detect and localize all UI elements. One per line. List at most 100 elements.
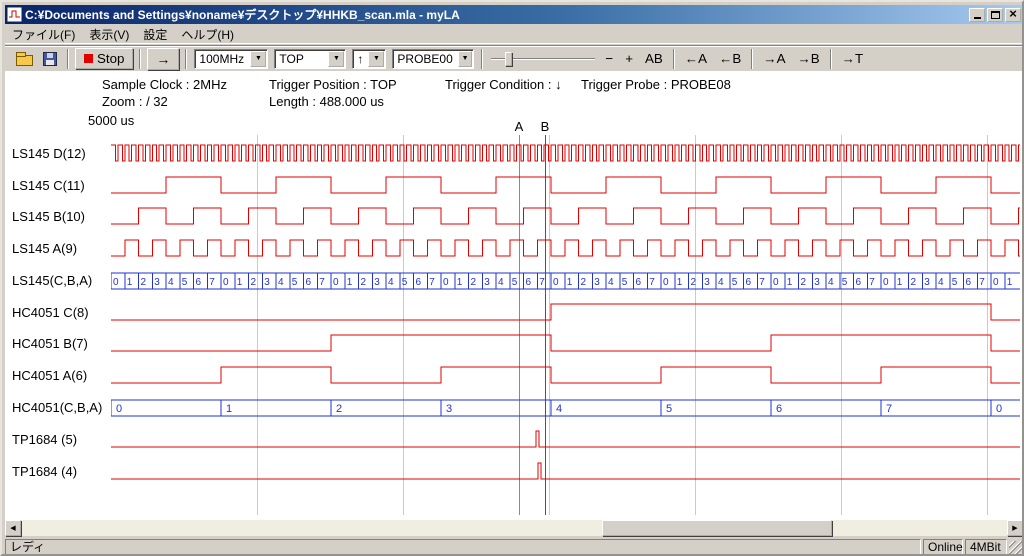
- menu-settings[interactable]: 設定: [136, 24, 174, 45]
- bus-value: 0: [116, 403, 122, 415]
- waveform-row: 012345670: [111, 393, 1020, 425]
- scroll-left-icon: ◀: [10, 524, 15, 532]
- scroll-left-button[interactable]: ◀: [5, 520, 21, 536]
- zoom-in-button[interactable]: +: [620, 48, 638, 69]
- channel-label: LS145 D(12): [12, 144, 109, 164]
- app-icon: [7, 7, 22, 22]
- marker-a-label: A: [514, 119, 524, 133]
- chevron-down-icon[interactable]: ▼: [458, 51, 473, 67]
- bus-value: 4: [718, 277, 724, 288]
- toolbar-separator: [481, 49, 483, 69]
- bus-value: 6: [966, 277, 972, 288]
- bus-value: 0: [553, 277, 559, 288]
- waveform-row: [111, 234, 1020, 266]
- waveform-row: 0123456701234567012345670123456701234567…: [111, 266, 1020, 298]
- minimize-icon: [974, 17, 981, 19]
- status-ready: レディ: [5, 539, 921, 555]
- bus-value: 5: [182, 277, 188, 288]
- toolbar-separator: [67, 49, 69, 69]
- bus-value: 5: [402, 277, 408, 288]
- bus-value: 4: [388, 277, 394, 288]
- bus-value: 6: [856, 277, 862, 288]
- bus-value: 6: [306, 277, 312, 288]
- bus-value: 3: [446, 403, 452, 415]
- bus-value: 3: [154, 277, 160, 288]
- toolbar-separator: [185, 49, 187, 69]
- marker-b-label: B: [540, 119, 550, 133]
- goto-trigger-button[interactable]: →T: [837, 48, 868, 69]
- chevron-down-icon[interactable]: ▼: [250, 51, 266, 67]
- bus-value: 3: [374, 277, 380, 288]
- bus-value: 4: [556, 403, 562, 415]
- time-scale-label: 5000 us: [88, 113, 134, 128]
- chevron-down-icon[interactable]: ▼: [328, 51, 344, 67]
- bus-value: 3: [264, 277, 270, 288]
- waveform-row: [111, 298, 1020, 330]
- trigger-probe-text: Trigger Probe : PROBE08: [581, 77, 731, 92]
- bus-value: 1: [1007, 277, 1013, 288]
- scrollbar-thumb[interactable]: [602, 520, 832, 536]
- sample-clock-text: Sample Clock : 2MHz: [102, 77, 227, 92]
- goto-a-right-button[interactable]: →A: [758, 48, 790, 69]
- bus-value: 2: [911, 277, 917, 288]
- bus-value: 0: [663, 277, 669, 288]
- toolbar-separator: [751, 49, 753, 69]
- menu-file[interactable]: ファイル(F): [5, 24, 82, 45]
- goto-b-left-button[interactable]: ←B: [714, 48, 746, 69]
- minimize-button[interactable]: [969, 8, 985, 22]
- waveform-row: [111, 202, 1020, 234]
- toolbar: Stop → 100MHz ▼ TOP ▼ ↑ ▼ PROBE00 ▼ − +: [5, 45, 1023, 71]
- close-button[interactable]: ×: [1005, 8, 1021, 22]
- zoom-slider-thumb[interactable]: [505, 52, 512, 66]
- save-floppy-icon: [43, 52, 57, 66]
- bus-value: 7: [319, 277, 325, 288]
- resize-grip[interactable]: [1009, 541, 1023, 555]
- waveform-row: [111, 139, 1020, 171]
- ab-button[interactable]: AB: [640, 48, 668, 69]
- save-button[interactable]: [38, 48, 62, 70]
- bus-value: 1: [677, 277, 683, 288]
- bus-value: 0: [223, 277, 229, 288]
- trigger-edge-select[interactable]: ↑ ▼: [352, 49, 386, 69]
- scroll-right-icon: ▶: [1012, 524, 1017, 532]
- goto-a-left-button[interactable]: ←A: [680, 48, 712, 69]
- waveform-row: [111, 329, 1020, 361]
- run-arrow-icon: →: [156, 51, 170, 67]
- scroll-right-button[interactable]: ▶: [1007, 520, 1023, 536]
- bus-value: 5: [292, 277, 298, 288]
- chevron-down-icon[interactable]: ▼: [368, 51, 384, 67]
- bus-value: 7: [539, 277, 545, 288]
- channel-label: HC4051(C,B,A): [12, 398, 109, 418]
- channel-label: LS145 A(9): [12, 239, 109, 259]
- bus-value: 6: [416, 277, 422, 288]
- bus-value: 1: [567, 277, 573, 288]
- stop-button[interactable]: Stop: [75, 48, 133, 69]
- bus-value: 0: [883, 277, 889, 288]
- zoom-out-button[interactable]: −: [600, 48, 618, 69]
- goto-b-right-button[interactable]: →B: [792, 48, 824, 69]
- run-button[interactable]: →: [147, 48, 179, 70]
- maximize-button[interactable]: [987, 8, 1003, 22]
- bus-value: 7: [649, 277, 655, 288]
- clock-select[interactable]: 100MHz ▼: [194, 49, 268, 69]
- bus-value: 5: [512, 277, 518, 288]
- window-controls: ×: [969, 8, 1021, 22]
- bus-value: 6: [196, 277, 202, 288]
- zoom-slider[interactable]: [491, 49, 595, 69]
- bus-value: 1: [237, 277, 243, 288]
- bus-value: 0: [443, 277, 449, 288]
- probe-select[interactable]: PROBE00 ▼: [392, 49, 474, 69]
- toolbar-separator: [139, 49, 141, 69]
- bus-value: 1: [787, 277, 793, 288]
- bus-value: 7: [886, 403, 892, 415]
- trigger-position-select[interactable]: TOP ▼: [274, 49, 346, 69]
- waveform-panel[interactable]: Sample Clock : 2MHz Trigger Position : T…: [5, 71, 1023, 520]
- menu-view[interactable]: 表示(V): [82, 24, 136, 45]
- open-button[interactable]: [12, 48, 36, 70]
- bus-value: 4: [828, 277, 834, 288]
- menu-help[interactable]: ヘルプ(H): [174, 24, 241, 45]
- toolbar-separator: [830, 49, 832, 69]
- bus-value: 2: [251, 277, 257, 288]
- bus-value: 5: [666, 403, 672, 415]
- horizontal-scrollbar[interactable]: ◀ ▶: [5, 520, 1023, 536]
